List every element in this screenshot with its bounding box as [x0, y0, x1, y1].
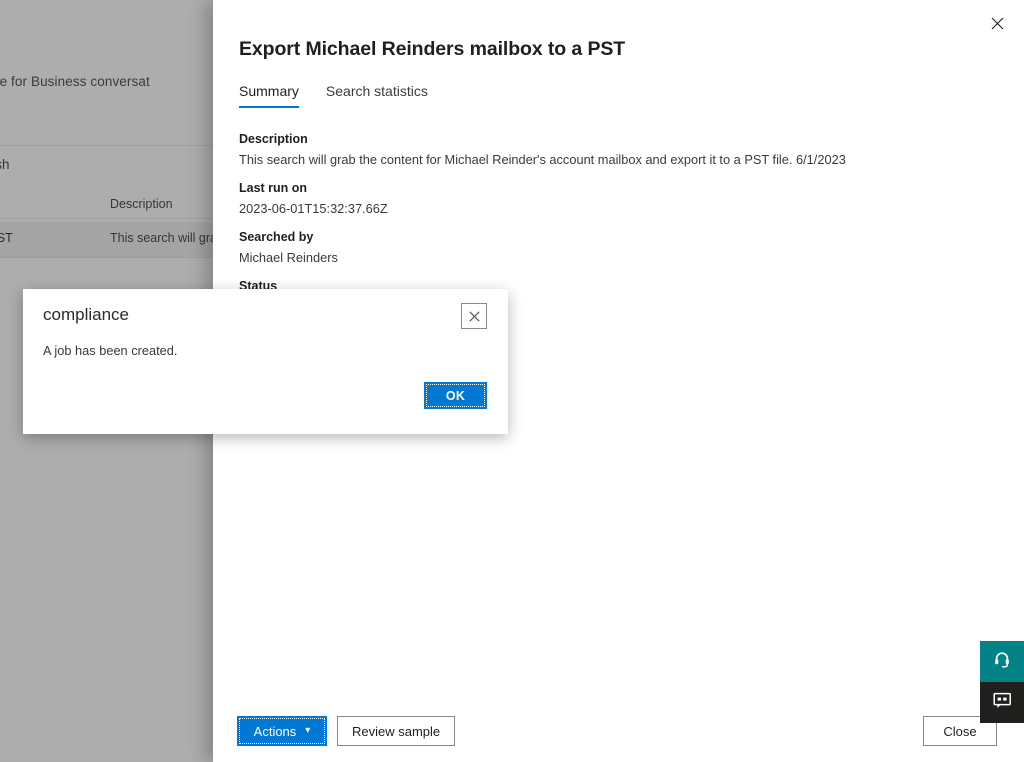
- feedback-icon: [992, 692, 1012, 714]
- background-divider-top: [0, 145, 240, 146]
- tab-summary[interactable]: Summary: [239, 83, 299, 108]
- dialog-title: compliance: [43, 305, 129, 324]
- compliance-alert-dialog: compliance A job has been created. OK: [23, 289, 508, 434]
- field-value-description: This search will grab the content for Mi…: [239, 152, 846, 167]
- chevron-down-icon: ▾: [305, 725, 311, 736]
- app-screen: s, documents, Skype for Business convers…: [0, 0, 1024, 762]
- feedback-widget-button[interactable]: [980, 682, 1024, 723]
- page-title: Export Michael Reinders mailbox to a PST: [239, 38, 626, 60]
- review-sample-button[interactable]: Review sample: [337, 716, 456, 746]
- tab-search-statistics[interactable]: Search statistics: [326, 83, 428, 108]
- field-label-searched-by: Searched by: [239, 230, 314, 244]
- close-icon[interactable]: [978, 6, 1016, 40]
- field-value-last-run-on: 2023-06-01T15:32:37.66Z: [239, 201, 388, 216]
- field-description: Description This search will grab the co…: [239, 131, 939, 168]
- background-divider-header: [0, 218, 240, 219]
- dialog-ok-button[interactable]: OK: [424, 382, 487, 409]
- help-widget-button[interactable]: [980, 641, 1024, 682]
- field-label-last-run-on: Last run on: [239, 181, 308, 195]
- actions-button-label: Actions: [253, 723, 297, 739]
- help-headset-icon: [993, 650, 1011, 673]
- background-column-header-description: Description: [110, 197, 173, 211]
- background-row-name: a PST: [0, 231, 13, 245]
- background-divider-row: [0, 257, 240, 258]
- dialog-close-icon[interactable]: [461, 303, 487, 329]
- field-last-run-on: Last run on 2023-06-01T15:32:37.66Z: [239, 180, 939, 217]
- field-value-searched-by: Michael Reinders: [239, 250, 338, 265]
- flyout-footer-left: Actions ▾ Review sample: [237, 716, 456, 746]
- background-description-text: s, documents, Skype for Business convers…: [0, 74, 150, 89]
- floating-widget-stack: [980, 641, 1024, 723]
- background-refresh-button[interactable]: efresh: [0, 157, 10, 172]
- summary-details: Description This search will grab the co…: [239, 131, 939, 306]
- dialog-message: A job has been created.: [43, 343, 178, 358]
- actions-button[interactable]: Actions ▾: [237, 716, 327, 746]
- flyout-tabs: Summary Search statistics: [239, 83, 428, 108]
- field-searched-by: Searched by Michael Reinders: [239, 229, 939, 266]
- field-label-description: Description: [239, 132, 308, 146]
